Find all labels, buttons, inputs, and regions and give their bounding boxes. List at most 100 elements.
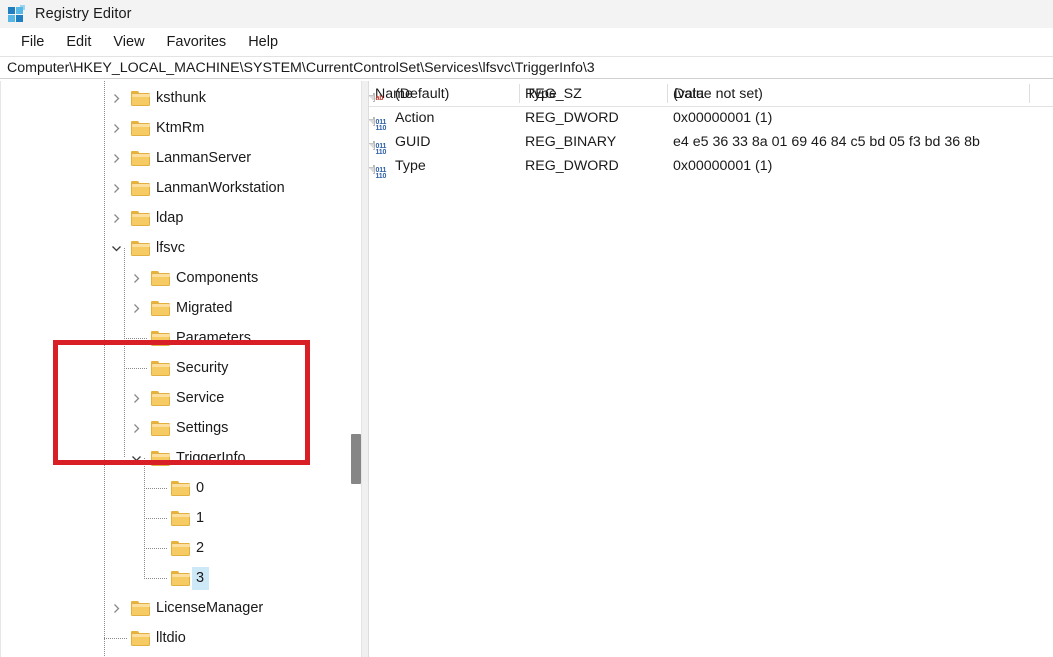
folder-icon xyxy=(151,271,170,286)
tree-guide-stub xyxy=(104,638,128,639)
address-bar[interactable]: Computer\HKEY_LOCAL_MACHINE\SYSTEM\Curre… xyxy=(0,56,1053,79)
tree-item-label: ldap xyxy=(156,208,183,228)
chevron-right-icon[interactable] xyxy=(128,420,144,436)
menu-item-file[interactable]: File xyxy=(10,32,55,52)
chevron-right-icon[interactable] xyxy=(128,300,144,316)
value-type: REG_DWORD xyxy=(525,110,619,126)
chevron-right-icon[interactable] xyxy=(108,210,124,226)
tree-item-triggerinfo[interactable]: TriggerInfo xyxy=(0,443,350,473)
chevron-right-icon[interactable] xyxy=(108,600,124,616)
binary-value-icon: 011110 xyxy=(373,134,390,150)
tree-item-lltdio[interactable]: lltdio xyxy=(0,623,350,653)
tree-item-ldap[interactable]: ldap xyxy=(0,203,350,233)
value-name: (Default) xyxy=(395,86,449,102)
folder-icon xyxy=(131,601,150,616)
value-row[interactable]: 011110ActionREG_DWORD0x00000001 (1) xyxy=(369,106,1053,130)
folder-icon xyxy=(151,331,170,346)
menu-bar: File Edit View Favorites Help xyxy=(0,28,1053,56)
value-type: REG_DWORD xyxy=(525,158,619,174)
tree-item-parameters[interactable]: Parameters xyxy=(0,323,350,353)
tree-item-label: lltdio xyxy=(156,628,186,648)
value-data: (value not set) xyxy=(673,86,763,102)
folder-icon xyxy=(171,541,190,556)
chevron-right-icon[interactable] xyxy=(108,150,124,166)
tree-scrollbar-thumb[interactable] xyxy=(351,434,361,484)
tree-item-0[interactable]: 0 xyxy=(0,473,350,503)
tree-item-lanmanserver[interactable]: LanmanServer xyxy=(0,143,350,173)
tree-item-label: Migrated xyxy=(176,298,232,318)
chevron-right-icon[interactable] xyxy=(128,390,144,406)
tree-item-label: 2 xyxy=(196,538,204,558)
menu-item-edit[interactable]: Edit xyxy=(55,32,102,52)
value-name: Action xyxy=(395,110,434,126)
registry-editor-icon xyxy=(8,5,26,23)
value-type: REG_SZ xyxy=(525,86,582,102)
folder-icon xyxy=(171,571,190,586)
menu-item-favorites[interactable]: Favorites xyxy=(156,32,238,52)
chevron-right-icon[interactable] xyxy=(108,180,124,196)
tree-item-licensemanager[interactable]: LicenseManager xyxy=(0,593,350,623)
value-row[interactable]: 011110 GUID REG_BINARY e4 e5 36 33 8a 01 69… xyxy=(369,130,1053,154)
chevron-right-icon[interactable] xyxy=(108,120,124,136)
folder-icon xyxy=(151,301,170,316)
tree-item-label: 1 xyxy=(196,508,204,528)
tree-guide-stub xyxy=(144,548,168,549)
tree-guide-stub xyxy=(144,518,168,519)
menu-item-view[interactable]: View xyxy=(102,32,155,52)
chevron-right-icon[interactable] xyxy=(128,270,144,286)
tree-guide-stub xyxy=(124,368,148,369)
tree-item-migrated[interactable]: Migrated xyxy=(0,293,350,323)
tree-guide-lfsvc xyxy=(124,248,125,458)
value-row[interactable]: ab(Default)REG_SZ(value not set) xyxy=(369,82,1053,106)
value-data: e4 e5 36 33 8a 01 69 46 84 c5 bd 05 f3 b… xyxy=(673,134,980,150)
tree-item-3[interactable]: 3 xyxy=(0,563,350,593)
tree-item-2[interactable]: 2 xyxy=(0,533,350,563)
tree-item-lltdsvc[interactable]: lltdsvc xyxy=(0,653,350,657)
tree-item-label: LanmanServer xyxy=(156,148,251,168)
tree-item-label: 0 xyxy=(196,478,204,498)
registry-tree[interactable]: ksthunk KtmRm LanmanServer LanmanWorkstatio… xyxy=(0,81,350,657)
tree-item-label: lfsvc xyxy=(156,238,185,258)
tree-item-label: 3 xyxy=(192,567,209,590)
folder-icon xyxy=(151,361,170,376)
tree-item-ksthunk[interactable]: ksthunk xyxy=(0,83,350,113)
tree-guide-stub xyxy=(124,338,148,339)
menu-item-help[interactable]: Help xyxy=(237,32,289,52)
window-title: Registry Editor xyxy=(35,6,132,22)
folder-icon xyxy=(131,241,150,256)
tree-item-lfsvc[interactable]: lfsvc xyxy=(0,233,350,263)
folder-icon xyxy=(131,631,150,646)
tree-guide-stub xyxy=(144,578,168,579)
tree-item-label: TriggerInfo xyxy=(176,448,246,468)
binary-value-icon: 011110 xyxy=(373,110,390,126)
chevron-down-icon[interactable] xyxy=(128,450,144,466)
folder-icon xyxy=(171,481,190,496)
tree-item-label: Parameters xyxy=(176,328,251,348)
value-name: GUID xyxy=(395,134,430,150)
chevron-down-icon[interactable] xyxy=(108,240,124,256)
binary-value-icon: 011110 xyxy=(373,158,390,174)
registry-values-pane[interactable]: Name Type Data ab(Default)REG_SZ(value n… xyxy=(369,81,1053,657)
tree-item-service[interactable]: Service xyxy=(0,383,350,413)
chevron-right-icon[interactable] xyxy=(108,90,124,106)
tree-item-security[interactable]: Security xyxy=(0,353,350,383)
folder-icon xyxy=(171,511,190,526)
tree-item-1[interactable]: 1 xyxy=(0,503,350,533)
folder-icon xyxy=(131,211,150,226)
tree-item-label: Components xyxy=(176,268,258,288)
tree-item-label: KtmRm xyxy=(156,118,204,138)
tree-item-components[interactable]: Components xyxy=(0,263,350,293)
tree-item-settings[interactable]: Settings xyxy=(0,413,350,443)
folder-icon xyxy=(151,451,170,466)
title-bar: Registry Editor xyxy=(0,0,1053,28)
main-content: ksthunk KtmRm LanmanServer LanmanWorkstatio… xyxy=(0,81,1053,657)
value-row[interactable]: 011110TypeREG_DWORD0x00000001 (1) xyxy=(369,154,1053,178)
registry-tree-pane[interactable]: ksthunk KtmRm LanmanServer LanmanWorkstatio… xyxy=(0,81,369,657)
tree-item-label: Settings xyxy=(176,418,228,438)
tree-guide-root xyxy=(104,81,105,657)
tree-item-label: LicenseManager xyxy=(156,598,263,618)
value-type: REG_BINARY xyxy=(525,134,616,150)
tree-item-lanmanworkstation[interactable]: LanmanWorkstation xyxy=(0,173,350,203)
tree-item-ktmrm[interactable]: KtmRm xyxy=(0,113,350,143)
folder-icon xyxy=(131,181,150,196)
